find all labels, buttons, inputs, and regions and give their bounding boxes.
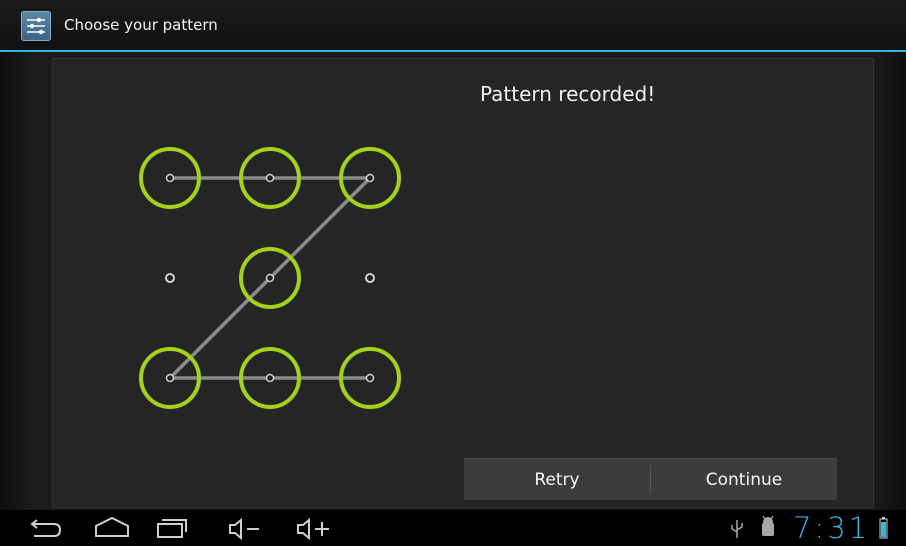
system-clock: 7:31 <box>793 511 871 545</box>
pattern-dot-6[interactable] <box>365 273 375 283</box>
status-message: Pattern recorded! <box>480 82 656 106</box>
retry-button[interactable]: Retry <box>464 459 650 500</box>
pattern-dot-5[interactable] <box>239 247 301 309</box>
pattern-dot-4[interactable] <box>165 273 175 283</box>
back-icon[interactable] <box>24 510 64 546</box>
usb-icon <box>731 520 743 538</box>
button-bar: Retry Continue <box>464 458 837 500</box>
android-debug-icon <box>762 515 774 536</box>
continue-button[interactable]: Continue <box>651 459 837 500</box>
volume-up-icon[interactable] <box>292 510 336 546</box>
volume-down-icon[interactable] <box>224 510 268 546</box>
home-icon[interactable] <box>92 510 132 546</box>
recent-apps-icon[interactable] <box>152 510 192 546</box>
system-nav-bar <box>0 510 906 546</box>
battery-icon <box>879 517 888 539</box>
